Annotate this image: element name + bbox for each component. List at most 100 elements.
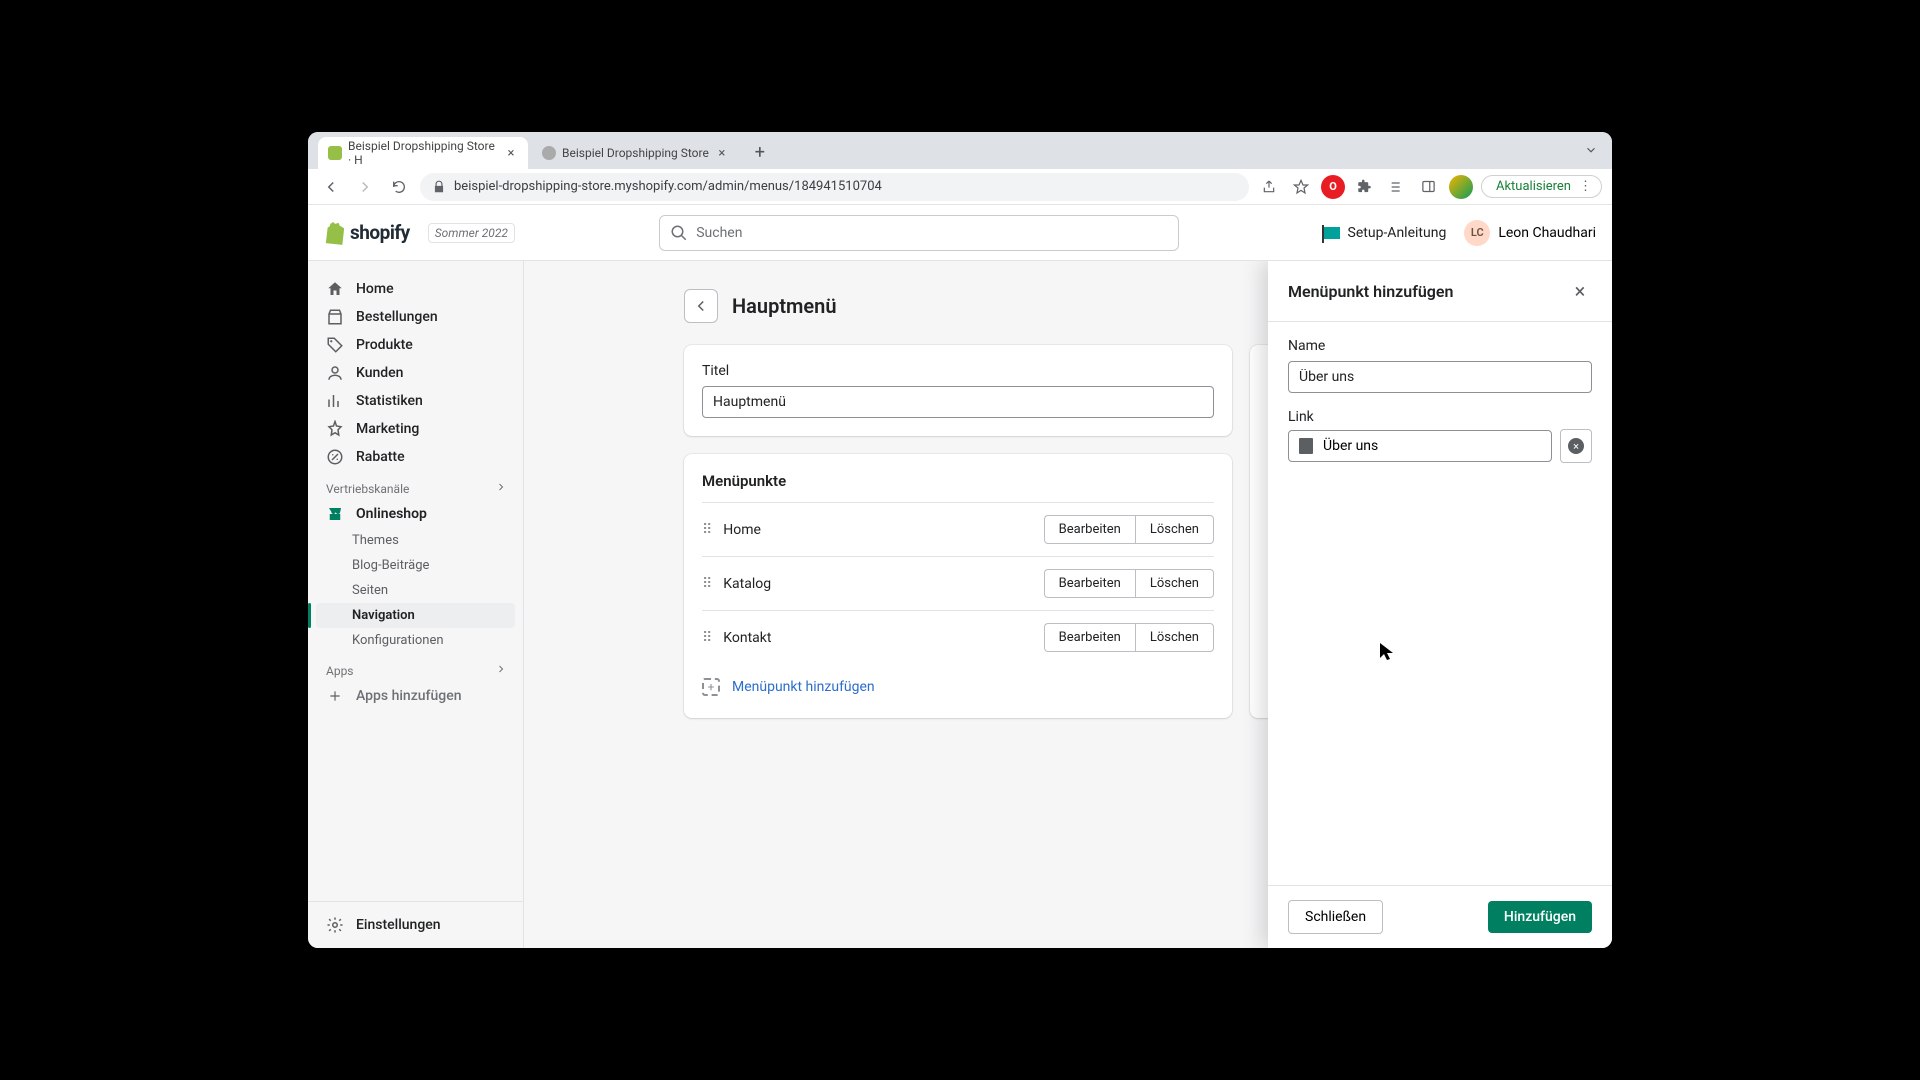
update-button[interactable]: Aktualisieren ⋮ — [1481, 175, 1602, 198]
back-button[interactable] — [318, 174, 344, 200]
discounts-icon — [326, 448, 344, 466]
sidebar-sub-blogs[interactable]: Blog-Beiträge — [308, 553, 523, 578]
flag-icon — [1324, 227, 1340, 239]
edit-button[interactable]: Bearbeiten — [1044, 569, 1135, 598]
titel-input[interactable] — [702, 386, 1214, 418]
sidebar-item-orders[interactable]: Bestellungen — [308, 303, 523, 331]
delete-button[interactable]: Löschen — [1135, 569, 1214, 598]
edit-button[interactable]: Bearbeiten — [1044, 515, 1135, 544]
close-button[interactable]: Schließen — [1288, 900, 1383, 934]
profile-avatar-icon[interactable] — [1449, 175, 1473, 199]
sidebar-sub-themes[interactable]: Themes — [308, 528, 523, 553]
address-bar[interactable]: beispiel-dropshipping-store.myshopify.co… — [420, 173, 1249, 201]
sidebar-item-products[interactable]: Produkte — [308, 331, 523, 359]
sidebar-item-add-apps[interactable]: Apps hinzufügen — [308, 682, 523, 710]
clear-icon: × — [1568, 438, 1584, 454]
chevron-right-icon[interactable] — [495, 481, 507, 496]
browser-tab-strip: Beispiel Dropshipping Store · H × Beispi… — [308, 132, 1612, 169]
sidebar-item-customers[interactable]: Kunden — [308, 359, 523, 387]
extension-opera-icon[interactable]: O — [1321, 175, 1345, 199]
clear-link-button[interactable]: × — [1560, 429, 1592, 463]
add-item-label: Menüpunkt hinzufügen — [732, 679, 875, 695]
drawer-title: Menüpunkt hinzufügen — [1288, 282, 1453, 301]
drag-handle-icon[interactable]: ⠿ — [702, 630, 711, 646]
sidebar: Home Bestellungen Produkte Kunden Statis… — [308, 261, 524, 948]
sidebar-item-analytics[interactable]: Statistiken — [308, 387, 523, 415]
sidepanel-icon[interactable] — [1417, 175, 1441, 199]
marketing-icon — [326, 420, 344, 438]
sidebar-item-label: Onlineshop — [356, 506, 427, 522]
add-dashed-icon: + — [702, 678, 720, 696]
add-menupunkt-drawer: Menüpunkt hinzufügen × Name Link Über un… — [1268, 261, 1612, 948]
drag-handle-icon[interactable]: ⠿ — [702, 522, 711, 538]
add-button[interactable]: Hinzufügen — [1488, 901, 1592, 933]
drawer-close-button[interactable]: × — [1568, 279, 1592, 303]
shopify-logo[interactable]: shopify — [324, 221, 410, 245]
tab-title: Beispiel Dropshipping Store — [562, 146, 709, 160]
link-input[interactable]: Über uns — [1288, 430, 1552, 462]
sidebar-sub-config[interactable]: Konfigurationen — [308, 628, 523, 653]
tab-overflow-icon[interactable] — [1584, 142, 1598, 161]
sidebar-sub-pages[interactable]: Seiten — [308, 578, 523, 603]
new-tab-button[interactable]: + — [747, 139, 773, 165]
tab-close-icon[interactable]: × — [504, 146, 518, 160]
delete-button[interactable]: Löschen — [1135, 623, 1214, 652]
customers-icon — [326, 364, 344, 382]
card-menupunkte: Menüpunkte ⠿ Home Bearbeiten Löschen ⠿ K… — [684, 454, 1232, 718]
cursor-icon — [1380, 643, 1394, 665]
sidebar-item-label: Statistiken — [356, 393, 423, 409]
sidebar-item-label: Rabatte — [356, 449, 405, 465]
search-icon — [670, 224, 688, 242]
bookmark-icon[interactable] — [1289, 175, 1313, 199]
reading-list-icon[interactable] — [1385, 175, 1409, 199]
extensions-icon[interactable] — [1353, 175, 1377, 199]
sidebar-item-onlineshop[interactable]: Onlineshop — [308, 500, 523, 528]
browser-tab-inactive[interactable]: Beispiel Dropshipping Store × — [532, 137, 739, 169]
add-menu-item-button[interactable]: + Menüpunkt hinzufügen — [702, 664, 1214, 700]
share-icon[interactable] — [1257, 175, 1281, 199]
chevron-right-icon[interactable] — [495, 663, 507, 678]
section-title: Menüpunkte — [702, 472, 1214, 490]
url-text: beispiel-dropshipping-store.myshopify.co… — [454, 179, 882, 194]
setup-label: Setup-Anleitung — [1348, 225, 1447, 241]
menu-item-name: Home — [723, 522, 1043, 538]
forward-button[interactable] — [352, 174, 378, 200]
favicon-icon — [542, 146, 556, 160]
kebab-icon: ⋮ — [1579, 179, 1591, 194]
favicon-icon — [328, 146, 342, 160]
sidebar-item-marketing[interactable]: Marketing — [308, 415, 523, 443]
sidebar-item-label: Einstellungen — [356, 917, 441, 933]
tab-title: Beispiel Dropshipping Store · H — [348, 139, 498, 167]
name-input[interactable] — [1288, 361, 1592, 393]
sidebar-header-channels: Vertriebskanäle — [308, 471, 523, 500]
sidebar-item-label: Bestellungen — [356, 309, 438, 325]
sidebar-sub-navigation[interactable]: Navigation — [316, 603, 515, 628]
search-input[interactable]: Suchen — [659, 215, 1179, 251]
update-label: Aktualisieren — [1496, 179, 1571, 194]
sidebar-header-label: Vertriebskanäle — [326, 482, 409, 496]
reload-button[interactable] — [386, 174, 412, 200]
drag-handle-icon[interactable]: ⠿ — [702, 576, 711, 592]
sidebar-item-discounts[interactable]: Rabatte — [308, 443, 523, 471]
sidebar-item-home[interactable]: Home — [308, 275, 523, 303]
sidebar-item-label: Home — [356, 281, 394, 297]
link-label: Link — [1288, 409, 1592, 425]
tab-close-icon[interactable]: × — [715, 146, 729, 160]
browser-toolbar: beispiel-dropshipping-store.myshopify.co… — [308, 169, 1612, 205]
lock-icon — [432, 180, 446, 194]
sidebar-item-settings[interactable]: Einstellungen — [308, 901, 523, 948]
analytics-icon — [326, 392, 344, 410]
delete-button[interactable]: Löschen — [1135, 515, 1214, 544]
sidebar-item-label: Marketing — [356, 421, 419, 437]
setup-guide-link[interactable]: Setup-Anleitung — [1324, 225, 1447, 241]
browser-tab-active[interactable]: Beispiel Dropshipping Store · H × — [318, 137, 528, 169]
plus-icon — [326, 687, 344, 705]
link-value: Über uns — [1323, 438, 1378, 454]
search-placeholder: Suchen — [696, 225, 742, 241]
page-title: Hauptmenü — [732, 294, 837, 318]
page-back-button[interactable] — [684, 289, 718, 323]
sidebar-item-label: Kunden — [356, 365, 403, 381]
sidebar-header-label: Apps — [326, 664, 354, 678]
edit-button[interactable]: Bearbeiten — [1044, 623, 1135, 652]
user-menu[interactable]: LC Leon Chaudhari — [1464, 220, 1596, 246]
